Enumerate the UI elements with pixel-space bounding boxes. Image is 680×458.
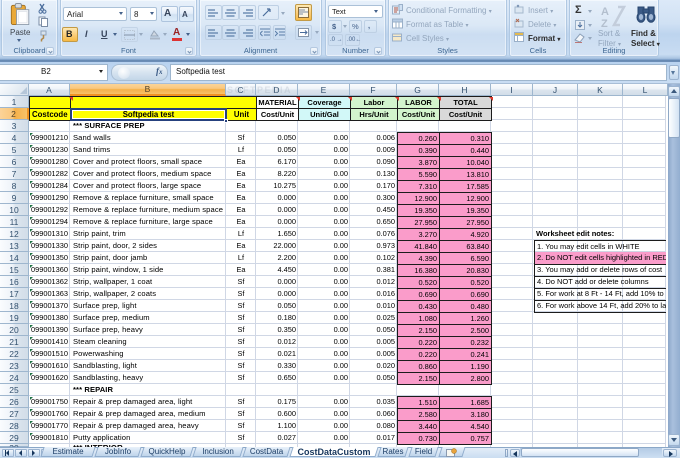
svg-text:A: A [601,6,609,18]
svg-text:Z: Z [601,18,608,29]
